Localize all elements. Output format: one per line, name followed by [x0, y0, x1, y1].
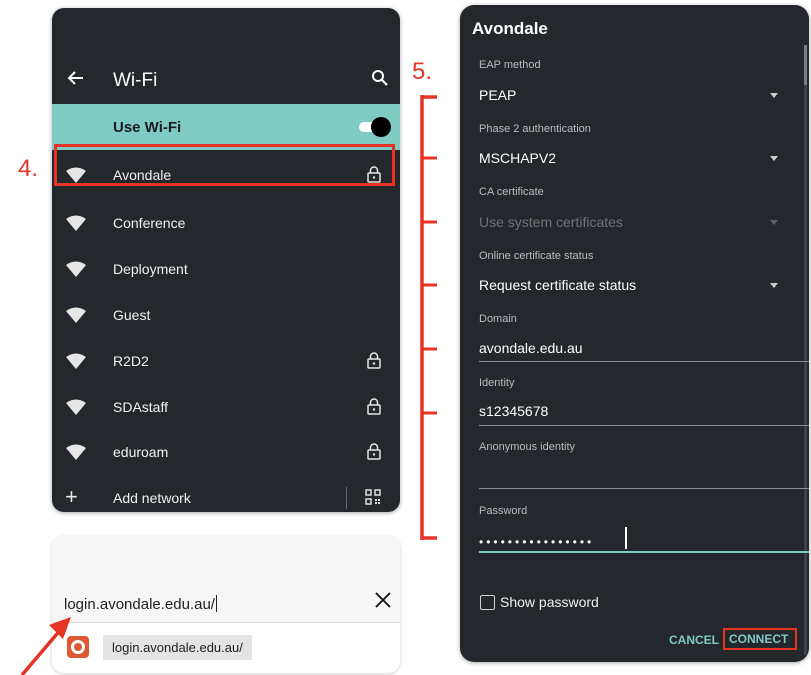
cancel-button[interactable]: CANCEL	[669, 633, 719, 647]
identity-label: Identity	[479, 377, 515, 389]
wifi-icon	[66, 444, 86, 460]
wifi-icon	[66, 215, 86, 231]
wifi-icon	[66, 261, 86, 277]
network-item[interactable]: Conference	[52, 200, 400, 246]
domain-field[interactable]: avondale.edu.au	[479, 340, 583, 356]
highlight-connect-box	[723, 628, 797, 650]
eap-method-select[interactable]: PEAP	[479, 87, 516, 103]
password-label: Password	[479, 505, 528, 517]
back-arrow-icon[interactable]	[66, 68, 86, 88]
online-cert-status-label: Online certificate status	[479, 250, 594, 262]
page-title: Wi-Fi	[113, 70, 158, 91]
use-wifi-toggle[interactable]	[357, 117, 391, 137]
lock-icon	[367, 352, 381, 369]
network-name: eduroam	[113, 444, 169, 460]
show-password-checkbox[interactable]	[480, 595, 495, 610]
address-bar-input[interactable]: login.avondale.edu.au/	[64, 595, 217, 613]
divider	[346, 487, 347, 509]
step-5-annotation: 5.	[412, 58, 433, 85]
lock-icon	[367, 443, 381, 460]
chevron-down-icon[interactable]	[770, 156, 778, 161]
search-icon[interactable]	[370, 68, 390, 88]
address-bar-value: login.avondale.edu.au/	[64, 596, 215, 613]
use-wifi-label: Use Wi-Fi	[113, 119, 182, 136]
password-field[interactable]: ••••••••••••••••	[479, 535, 594, 549]
pointer-arrow-annotation	[20, 617, 71, 675]
anonymous-identity-underline	[479, 488, 809, 489]
domain-label: Domain	[479, 313, 517, 325]
network-config-dialog: Avondale EAP method PEAP Phase 2 authent…	[460, 5, 809, 662]
chevron-down-icon[interactable]	[770, 93, 778, 98]
network-name: Guest	[113, 307, 151, 323]
eap-method-label: EAP method	[479, 59, 541, 71]
dialog-title: Avondale	[472, 19, 548, 38]
wifi-icon	[66, 399, 86, 415]
network-name: SDAstaff	[113, 399, 168, 415]
url-suggestion[interactable]: login.avondale.edu.au/	[103, 635, 252, 660]
network-item[interactable]: eduroam	[52, 429, 400, 475]
text-caret	[625, 527, 627, 549]
wifi-icon	[66, 307, 86, 323]
online-cert-status-select[interactable]: Request certificate status	[479, 277, 636, 293]
anonymous-identity-label: Anonymous identity	[479, 441, 575, 453]
identity-underline	[479, 425, 809, 426]
close-icon[interactable]	[374, 591, 392, 609]
wifi-app-bar: Wi-Fi	[52, 58, 400, 104]
highlight-avondale-box	[54, 144, 395, 186]
fields-bracket-annotation	[420, 95, 437, 540]
phase2-auth-select[interactable]: MSCHAPV2	[479, 150, 556, 166]
browser-address-card: login.avondale.edu.au/ login.avondale.ed…	[52, 536, 400, 673]
plus-icon: +	[65, 484, 78, 509]
identity-field[interactable]: s12345678	[479, 403, 548, 419]
chevron-down-icon	[770, 220, 778, 225]
network-item[interactable]: SDAstaff	[52, 384, 400, 430]
wifi-icon	[66, 353, 86, 369]
show-password-label[interactable]: Show password	[500, 594, 599, 610]
lock-icon	[367, 398, 381, 415]
ca-certificate-label: CA certificate	[479, 186, 544, 198]
network-name: Conference	[113, 215, 186, 231]
text-caret	[215, 595, 217, 612]
network-item[interactable]: Deployment	[52, 246, 400, 292]
ca-certificate-select: Use system certificates	[479, 214, 623, 230]
add-network-label: Add network	[113, 490, 191, 506]
phase2-auth-label: Phase 2 authentication	[479, 123, 591, 135]
dialog-scrollbar[interactable]	[804, 45, 807, 655]
wifi-settings-panel: Wi-Fi Use Wi-Fi Avondale Conference Deploy…	[52, 8, 400, 512]
qr-code-icon[interactable]	[365, 489, 381, 505]
network-name: R2D2	[113, 353, 149, 369]
add-network-row[interactable]: + Add network	[52, 475, 400, 512]
chevron-down-icon[interactable]	[770, 283, 778, 288]
password-underline	[479, 551, 809, 553]
step-4-annotation: 4.	[18, 155, 39, 182]
network-item[interactable]: Guest	[52, 292, 400, 338]
url-suggestion-row[interactable]: login.avondale.edu.au/	[52, 622, 400, 673]
domain-underline	[479, 361, 809, 362]
network-item[interactable]: R2D2	[52, 338, 400, 384]
network-name: Deployment	[113, 261, 188, 277]
